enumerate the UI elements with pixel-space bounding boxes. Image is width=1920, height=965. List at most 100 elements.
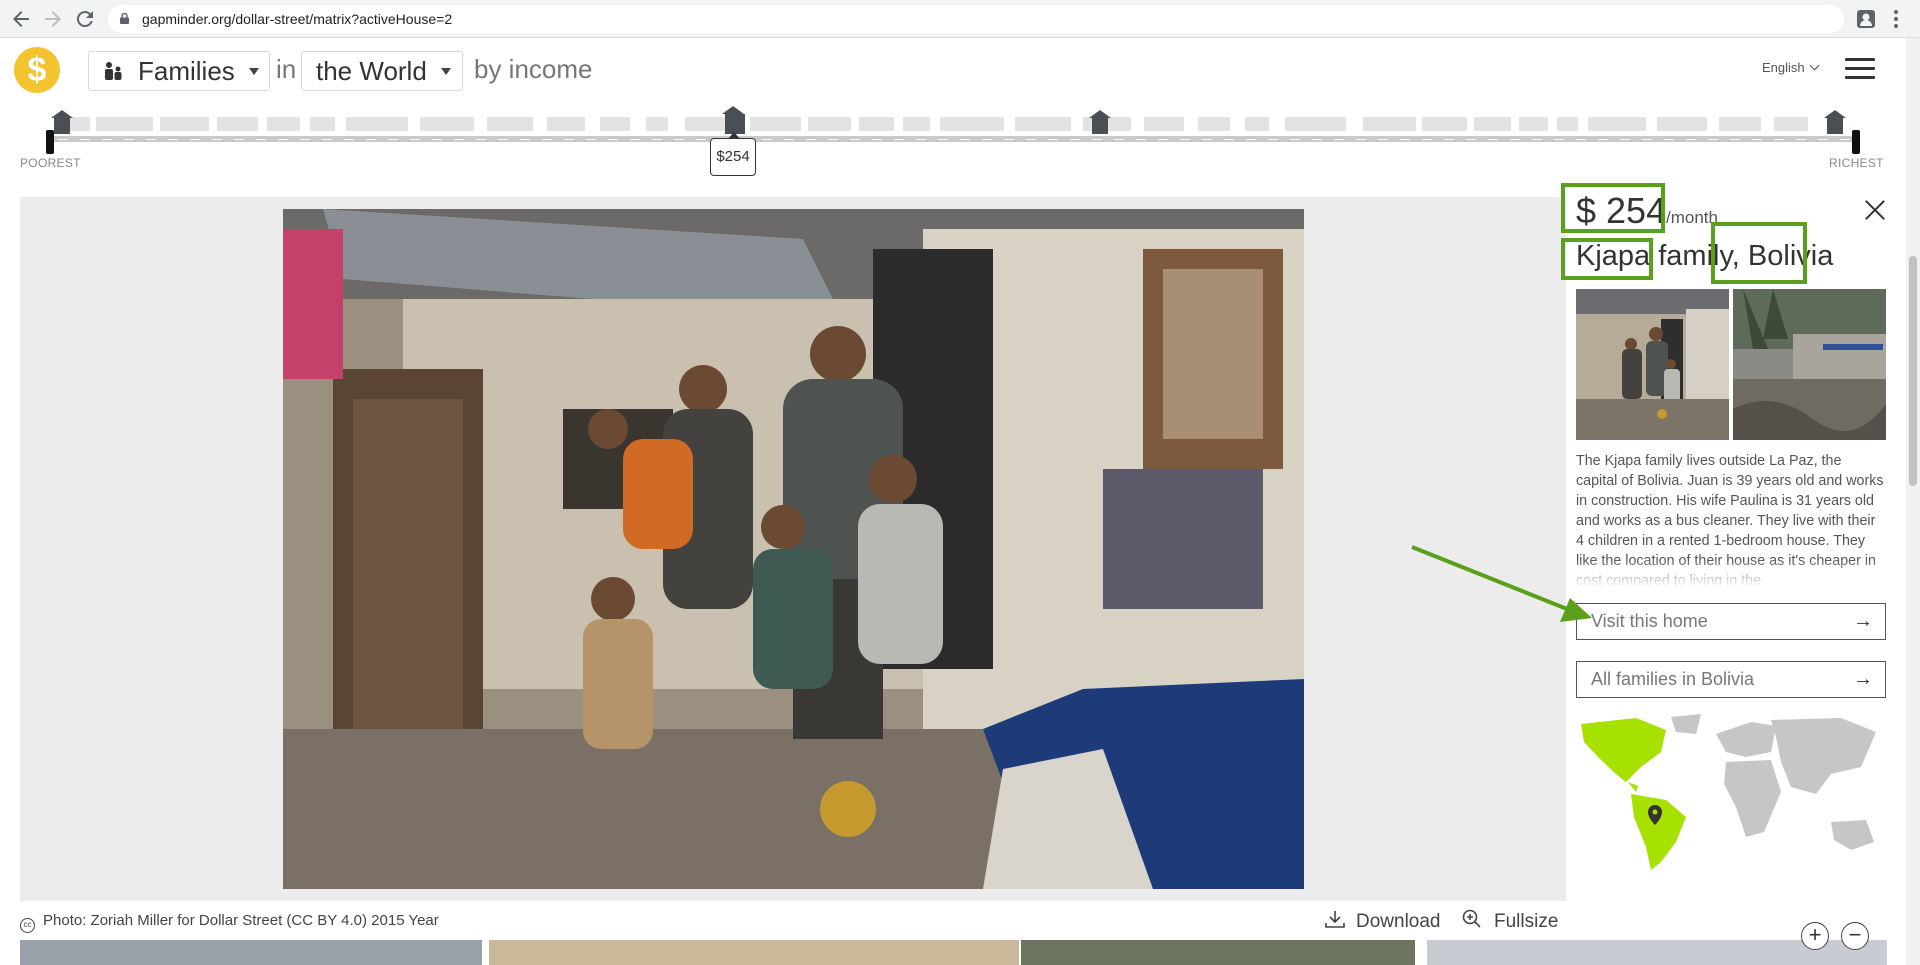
house-silhouette xyxy=(267,117,300,131)
house-silhouette xyxy=(1198,117,1230,131)
road-dash xyxy=(190,139,200,140)
highlight-box-family-name xyxy=(1561,238,1653,280)
road-dash xyxy=(1202,139,1212,140)
road-dash xyxy=(674,139,684,140)
road-dash xyxy=(1136,139,1146,140)
road-dash xyxy=(1642,139,1652,140)
road-dash xyxy=(784,139,794,140)
road-dash xyxy=(432,139,442,140)
language-selector[interactable]: English xyxy=(1762,60,1820,75)
road-dash xyxy=(1290,139,1300,140)
house-marker-icon[interactable] xyxy=(51,110,73,134)
road-dash xyxy=(1268,139,1278,140)
road-dash xyxy=(1114,139,1124,140)
road-dash xyxy=(344,139,354,140)
road-dash xyxy=(300,139,310,140)
road-dash xyxy=(652,139,662,140)
road-dash xyxy=(146,139,156,140)
road-dash xyxy=(1334,139,1344,140)
road-dash xyxy=(1378,139,1388,140)
road-dash xyxy=(410,139,420,140)
house-silhouette xyxy=(903,117,930,131)
zoom-out-button[interactable]: − xyxy=(1841,922,1869,950)
family-thumbnail[interactable] xyxy=(1576,289,1729,440)
house-marker-icon[interactable] xyxy=(1824,110,1846,134)
thumbnail-strip-item[interactable] xyxy=(489,940,1019,965)
zoom-in-button[interactable]: + xyxy=(1801,922,1829,950)
road-dash xyxy=(322,139,332,140)
price-tooltip: $254 xyxy=(710,132,756,176)
thumbnail-strip-item[interactable] xyxy=(20,940,482,965)
region-label: the World xyxy=(316,56,427,86)
browser-toolbar: gapminder.org/dollar-street/matrix?activ… xyxy=(0,0,1920,38)
download-button[interactable]: Download xyxy=(1324,909,1441,933)
road-dash xyxy=(168,139,178,140)
arrow-right-icon: → xyxy=(1853,610,1873,632)
photo-credit: cc Photo: Zoriah Miller for Dollar Street… xyxy=(20,912,439,933)
photo-credit-text: Photo: Zoriah Miller for Dollar Street (… xyxy=(43,912,439,929)
house-silhouette xyxy=(1774,117,1808,131)
house-silhouette xyxy=(1657,117,1707,131)
dollar-street-logo[interactable]: $ xyxy=(14,47,60,93)
download-label: Download xyxy=(1356,911,1441,932)
all-families-button[interactable]: All families in Bolivia → xyxy=(1576,661,1886,698)
forward-arrow-icon[interactable] xyxy=(41,7,65,31)
house-silhouette xyxy=(940,117,1004,131)
families-dropdown[interactable]: Families xyxy=(88,51,270,91)
house-silhouette xyxy=(646,117,668,131)
house-silhouette xyxy=(96,117,153,131)
in-label: in xyxy=(276,54,297,84)
road-dash xyxy=(1224,139,1234,140)
house-silhouette xyxy=(1015,117,1071,131)
house-thumbnail[interactable] xyxy=(1733,289,1886,440)
world-map[interactable] xyxy=(1576,712,1886,872)
road-dash xyxy=(1576,139,1586,140)
house-silhouette xyxy=(1144,117,1184,131)
fullsize-button[interactable]: Fullsize xyxy=(1462,909,1558,933)
house-silhouette xyxy=(420,117,474,131)
road-dash xyxy=(1004,139,1014,140)
house-silhouette xyxy=(217,117,258,131)
road-dash xyxy=(1356,139,1366,140)
house-silhouette xyxy=(487,117,533,131)
house-silhouette xyxy=(1519,117,1548,131)
address-bar[interactable]: gapminder.org/dollar-street/matrix?activ… xyxy=(108,5,1844,33)
back-arrow-icon[interactable] xyxy=(9,7,33,31)
road-dash xyxy=(388,139,398,140)
more-menu-icon[interactable] xyxy=(1893,8,1899,30)
hamburger-menu-icon[interactable] xyxy=(1845,58,1875,80)
family-description: The Kjapa family lives outside La Paz, t… xyxy=(1576,451,1886,587)
region-dropdown[interactable]: the World xyxy=(301,51,463,91)
close-icon[interactable] xyxy=(1863,197,1887,221)
road-dash xyxy=(520,139,530,140)
road-dash xyxy=(564,139,574,140)
road-dash xyxy=(1664,139,1674,140)
scrollbar-thumb[interactable] xyxy=(1909,256,1917,486)
all-families-label: All families in Bolivia xyxy=(1591,669,1755,689)
road-dash xyxy=(872,139,882,140)
slider-handle-right[interactable] xyxy=(1852,130,1860,154)
road-dash xyxy=(850,139,860,140)
road-dash xyxy=(586,139,596,140)
thumbnail-strip-item[interactable] xyxy=(1021,940,1415,965)
road-dash xyxy=(1466,139,1476,140)
road-dash xyxy=(1246,139,1256,140)
road-dash xyxy=(806,139,816,140)
house-silhouette xyxy=(1719,117,1761,131)
active-house-marker-icon[interactable] xyxy=(722,106,745,134)
house-silhouette xyxy=(1588,117,1646,131)
road-dash xyxy=(1796,139,1806,140)
profile-icon[interactable] xyxy=(1856,9,1876,29)
house-marker-icon[interactable] xyxy=(1089,110,1111,134)
road-dash xyxy=(256,139,266,140)
road-dash xyxy=(58,139,68,140)
family-photo[interactable] xyxy=(283,209,1304,889)
house-silhouette xyxy=(1363,117,1416,131)
reload-icon[interactable] xyxy=(73,7,97,31)
download-icon xyxy=(1325,911,1345,928)
road-dash xyxy=(1048,139,1058,140)
income-street-slider[interactable] xyxy=(46,106,1860,154)
visit-home-button[interactable]: Visit this home → xyxy=(1576,603,1886,640)
scrollbar-track[interactable] xyxy=(1906,38,1920,965)
slider-handle-left[interactable] xyxy=(46,130,54,154)
